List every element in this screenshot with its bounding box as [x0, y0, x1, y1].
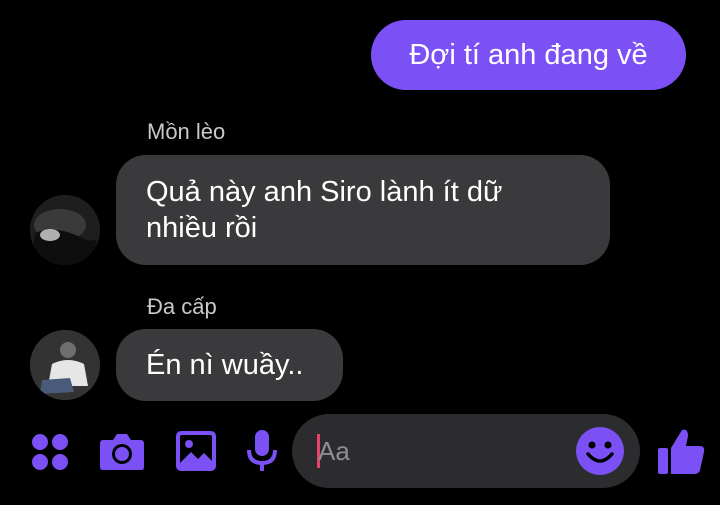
message-composer[interactable]: Aa [292, 414, 640, 488]
gallery-icon[interactable] [175, 430, 217, 477]
camera-icon[interactable] [99, 430, 145, 477]
incoming-message-bubble[interactable]: Quả này anh Siro lành ít dữ nhiều rồi [116, 155, 610, 265]
message-text: Đợi tí anh đang về [409, 39, 648, 71]
thumbs-up-icon[interactable] [656, 426, 706, 481]
microphone-icon[interactable] [246, 428, 278, 479]
incoming-message-bubble[interactable]: Én nì wuầy.. [116, 329, 343, 401]
smiley-icon[interactable] [575, 426, 625, 481]
message-text-line: nhiều rồi [146, 212, 258, 244]
sender-name: Mồn lèo [147, 119, 226, 144]
user-avatar-photo-icon [30, 195, 100, 265]
sender-name: Đa cấp [147, 294, 217, 319]
sender-avatar[interactable] [30, 330, 100, 400]
outgoing-message-bubble[interactable]: Đợi tí anh đang về [371, 20, 686, 90]
sender-avatar[interactable] [30, 195, 100, 265]
user-avatar-photo-icon [30, 330, 100, 400]
message-input-placeholder[interactable]: Aa [318, 436, 350, 466]
message-text: Én nì wuầy.. [146, 349, 304, 381]
message-text-line: Quả này anh Siro lành ít dữ [146, 176, 503, 208]
more-apps-icon[interactable] [30, 432, 70, 477]
